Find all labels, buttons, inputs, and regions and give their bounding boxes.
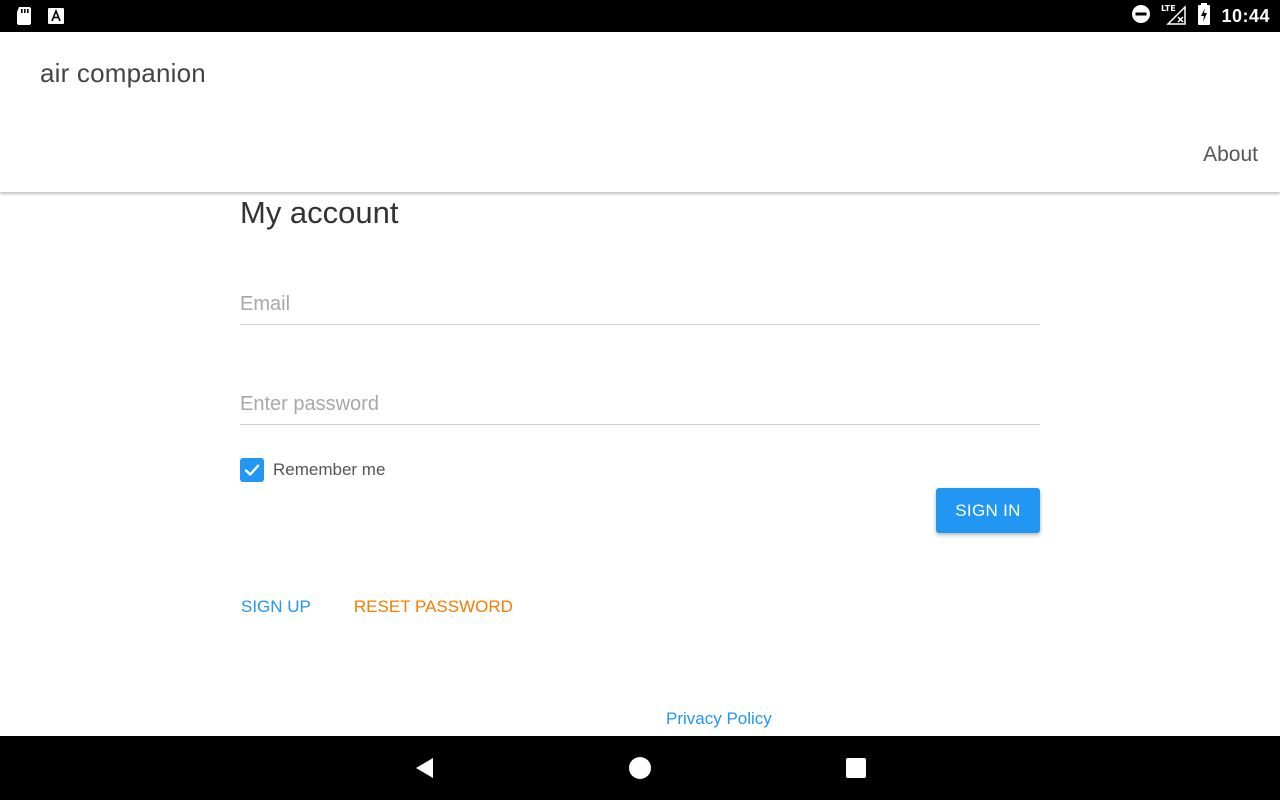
navigation-bar [0,736,1280,800]
sd-card-icon [16,7,32,30]
battery-charging-icon [1197,2,1211,30]
status-bar: LTE 10:44 [0,0,1280,32]
home-icon[interactable] [628,756,652,780]
page-title: My account [240,195,399,230]
reset-password-link[interactable]: RESET PASSWORD [354,597,513,617]
app-bar: air companion About [0,32,1280,192]
back-icon[interactable] [413,756,437,780]
text-a-icon [48,8,64,29]
checkmark-icon [244,464,260,476]
recents-icon[interactable] [844,756,868,780]
remember-me-label: Remember me [273,460,386,479]
privacy-policy-link[interactable]: Privacy Policy [666,709,772,729]
signal-lte-icon: LTE [1161,3,1187,30]
app-title: air companion [40,58,206,88]
do-not-disturb-icon [1131,4,1151,29]
svg-text:LTE: LTE [1161,4,1176,13]
status-bar-left [16,7,64,30]
password-input[interactable] [240,385,1040,423]
account-links: SIGN UP RESET PASSWORD [241,597,513,617]
email-field-container [240,285,1040,325]
about-link[interactable]: About [1203,143,1258,167]
password-field-container [240,385,1040,425]
remember-me-row[interactable]: Remember me [240,458,385,482]
email-input[interactable] [240,285,1040,323]
sign-in-button[interactable]: SIGN IN [936,488,1040,533]
status-time: 10:44 [1221,5,1270,26]
remember-me-checkbox[interactable] [240,458,264,482]
sign-up-link[interactable]: SIGN UP [241,597,311,617]
status-bar-right: LTE 10:44 [1131,0,1270,32]
